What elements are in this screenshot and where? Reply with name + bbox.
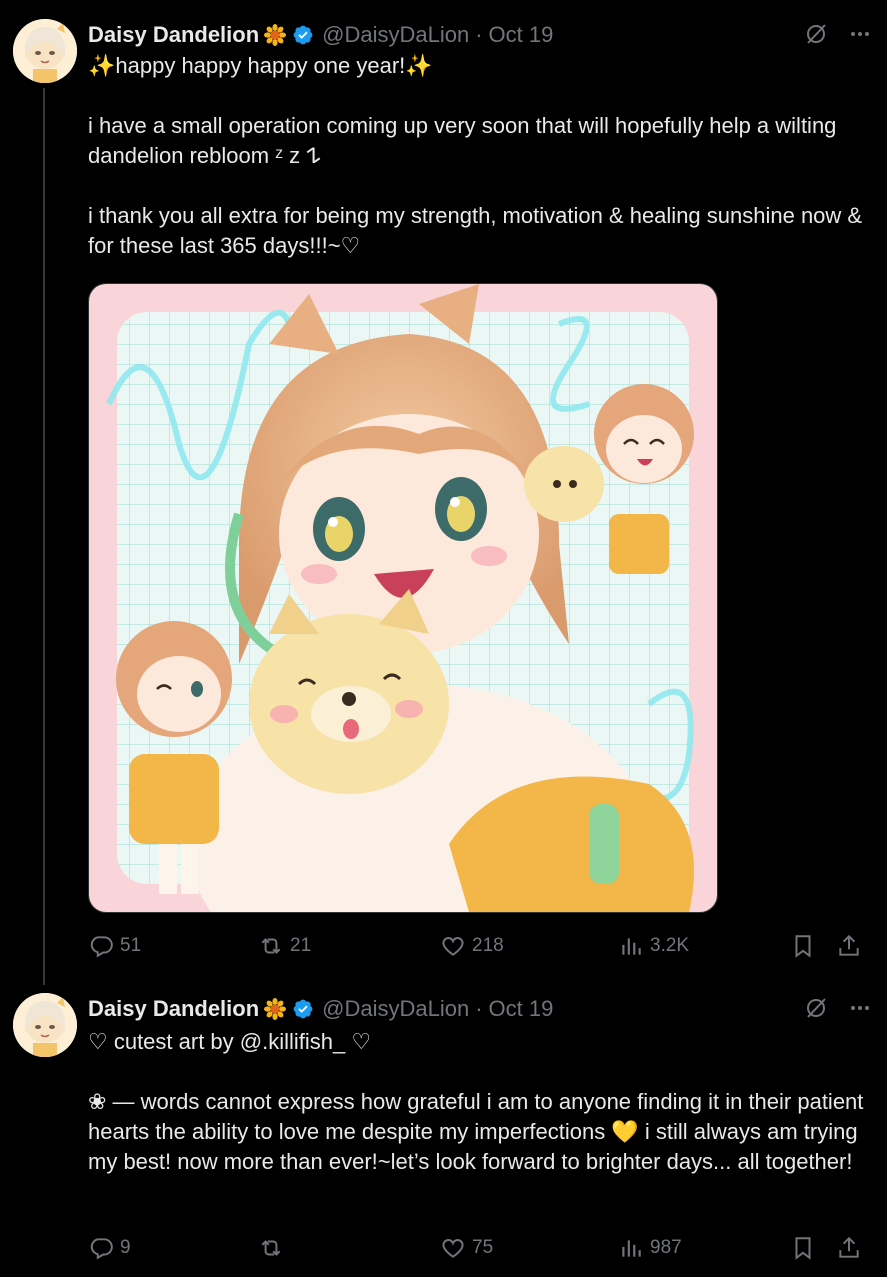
separator-dot: · (475, 22, 483, 47)
reply-count: 9 (120, 1237, 131, 1258)
author-name[interactable]: Daisy Dandelion (88, 996, 259, 1022)
bookmark-button[interactable] (790, 1233, 816, 1263)
bookmark-button[interactable] (790, 931, 816, 961)
avatar[interactable] (13, 993, 77, 1057)
sunflower-emoji-icon (264, 998, 287, 1020)
author-name[interactable]: Daisy Dandelion (88, 22, 259, 48)
reply-button[interactable]: 51 (88, 931, 141, 961)
more-options-icon[interactable] (845, 19, 875, 49)
like-button[interactable]: 218 (440, 931, 504, 961)
tweet-date[interactable]: Oct 19 (489, 22, 554, 48)
tweet-text: ♡ cutest art by @.killifish_ ♡ ❀ — words… (88, 1029, 864, 1174)
avatar[interactable] (13, 19, 77, 83)
thread-connector-line (43, 88, 45, 985)
share-button[interactable] (836, 931, 862, 961)
like-count: 218 (472, 935, 504, 956)
tweet-header: Daisy Dandelion @DaisyDaLion · Oct 19 (88, 19, 875, 51)
view-count: 3.2K (650, 935, 690, 956)
like-button[interactable]: 75 (440, 1233, 493, 1263)
reply-count: 51 (120, 935, 142, 956)
tweet-header: Daisy Dandelion @DaisyDaLion · Oct 19 (88, 993, 875, 1025)
tweet-media-image[interactable] (88, 283, 718, 913)
repost-button[interactable]: 21 (258, 931, 311, 961)
verified-badge-icon[interactable] (292, 998, 314, 1020)
sunflower-emoji-icon (264, 24, 287, 46)
repost-count: 21 (290, 935, 312, 956)
share-button[interactable] (836, 1233, 862, 1263)
author-handle[interactable]: @DaisyDaLion (322, 22, 469, 48)
grok-icon[interactable] (801, 993, 831, 1023)
views-button[interactable]: 3.2K (618, 931, 689, 961)
views-button[interactable]: 987 (618, 1233, 682, 1263)
separator-dot: · (475, 996, 483, 1021)
tweet-actions: 51 21 218 3.2K (88, 931, 875, 961)
view-count: 987 (650, 1237, 682, 1258)
like-count: 75 (472, 1237, 494, 1258)
verified-badge-icon[interactable] (292, 24, 314, 46)
repost-button[interactable] (258, 1233, 290, 1263)
more-options-icon[interactable] (845, 993, 875, 1023)
author-handle[interactable]: @DaisyDaLion (322, 996, 469, 1022)
tweet-date[interactable]: Oct 19 (489, 996, 554, 1022)
tweet-text: ✨happy happy happy one year!✨ i have a s… (88, 53, 863, 258)
tweet[interactable]: Daisy Dandelion (0, 985, 887, 1277)
tweet-actions: 9 75 987 (88, 1233, 875, 1263)
grok-icon[interactable] (801, 19, 831, 49)
tweet[interactable]: Daisy Dandelion (0, 0, 887, 985)
reply-button[interactable]: 9 (88, 1233, 131, 1263)
